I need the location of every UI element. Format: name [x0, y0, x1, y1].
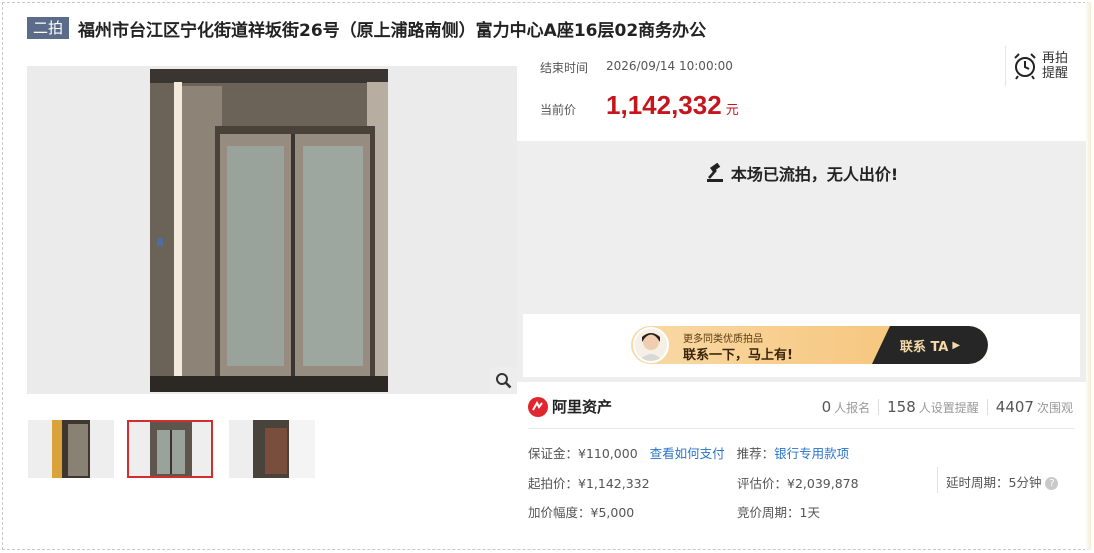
alarm-clock-icon	[1014, 53, 1036, 80]
stats-divider	[878, 399, 880, 415]
contact-button[interactable]: 联系 TA ▶	[872, 326, 988, 364]
gavel-icon	[706, 163, 723, 182]
current-price-label: 当前价	[540, 103, 577, 117]
bank-fund-link[interactable]: 银行专用款项	[774, 446, 849, 461]
thumbnail-1[interactable]	[28, 420, 114, 478]
lot-title: 二拍 福州市台江区宁化街道祥坂街26号（原上浦路南侧）富力中心A座16层02商务…	[27, 15, 706, 41]
auction-stats: 0 人报名 158 人设置提醒 4407 次围观	[822, 398, 1073, 416]
divider	[528, 428, 1075, 429]
promo-pill[interactable]: 更多同类优质拍品 联系一下，马上有! 联系 TA ▶	[631, 326, 988, 364]
views-count: 4407	[995, 398, 1034, 416]
bid-period: 竞价周期：1天	[737, 505, 820, 520]
ali-assets-logo-icon	[528, 396, 548, 417]
auction-status-panel: 本场已流拍，无人出价! 更多同类优质拍品 联系一下，马上有! 联系 TA ▶	[517, 141, 1086, 382]
thumbnail-3[interactable]	[229, 420, 315, 478]
agent-avatar	[633, 327, 669, 363]
end-time-row: 结束时间 2026/09/14 10:00:00	[540, 59, 733, 76]
platform-brand[interactable]: 阿里资产	[528, 396, 612, 417]
promo-title: 联系一下，马上有!	[683, 348, 793, 363]
deposit-row: 保证金：¥110,000 查看如何支付 推荐：银行专用款项	[528, 443, 849, 462]
views-label: 次围观	[1036, 401, 1073, 415]
stats-divider	[986, 399, 988, 415]
auction-status-text: 本场已流拍，无人出价!	[730, 165, 899, 184]
increment: 加价幅度：¥5,000	[528, 505, 635, 520]
main-photo[interactable]	[27, 66, 517, 394]
question-icon[interactable]: ?	[1045, 477, 1059, 490]
delay-period: 延时周期：5分钟	[946, 475, 1042, 490]
contact-label: 联系 TA	[899, 339, 949, 355]
reminders-label: 人设置提醒	[918, 401, 979, 415]
end-time-value: 2026/09/14 10:00:00	[606, 59, 733, 73]
promo-subtitle: 更多同类优质拍品	[683, 334, 763, 345]
how-to-pay-link[interactable]: 查看如何支付	[650, 446, 725, 461]
remind-label: 再拍提醒	[1042, 51, 1069, 81]
zoom-button[interactable]	[490, 367, 517, 394]
play-arrow-icon: ▶	[952, 339, 961, 351]
round-badge: 二拍	[27, 17, 70, 39]
column-divider	[937, 467, 938, 493]
lot-title-text: 福州市台江区宁化街道祥坂街26号（原上浦路南侧）富力中心A座16层02商务办公	[78, 20, 707, 41]
remind-button[interactable]: 再拍提醒	[1005, 46, 1075, 86]
deposit-text: 保证金：¥110,000	[528, 446, 638, 461]
delay-period-row: 延时周期：5分钟?	[946, 472, 1059, 491]
recommend-label: 推荐：	[736, 446, 775, 461]
thumbnail-2[interactable]	[127, 420, 213, 478]
applicants-count: 0	[821, 398, 832, 416]
assessed-price: 评估价：¥2,039,878	[737, 476, 859, 491]
current-price-row: 当前价 1,142,332 元	[540, 90, 739, 121]
current-price-unit: 元	[725, 103, 739, 118]
magnifier-icon	[496, 373, 512, 389]
end-time-label: 结束时间	[540, 61, 589, 75]
auction-status: 本场已流拍，无人出价!	[517, 161, 1086, 185]
start-price: 起拍价：¥1,142,332	[528, 476, 650, 491]
promo-banner[interactable]: 更多同类优质拍品 联系一下，马上有! 联系 TA ▶	[523, 314, 1080, 377]
reminders-count: 158	[887, 398, 916, 416]
current-price-value: 1,142,332	[606, 90, 722, 120]
platform-name: 阿里资产	[552, 398, 613, 416]
applicants-label: 人报名	[834, 401, 871, 415]
